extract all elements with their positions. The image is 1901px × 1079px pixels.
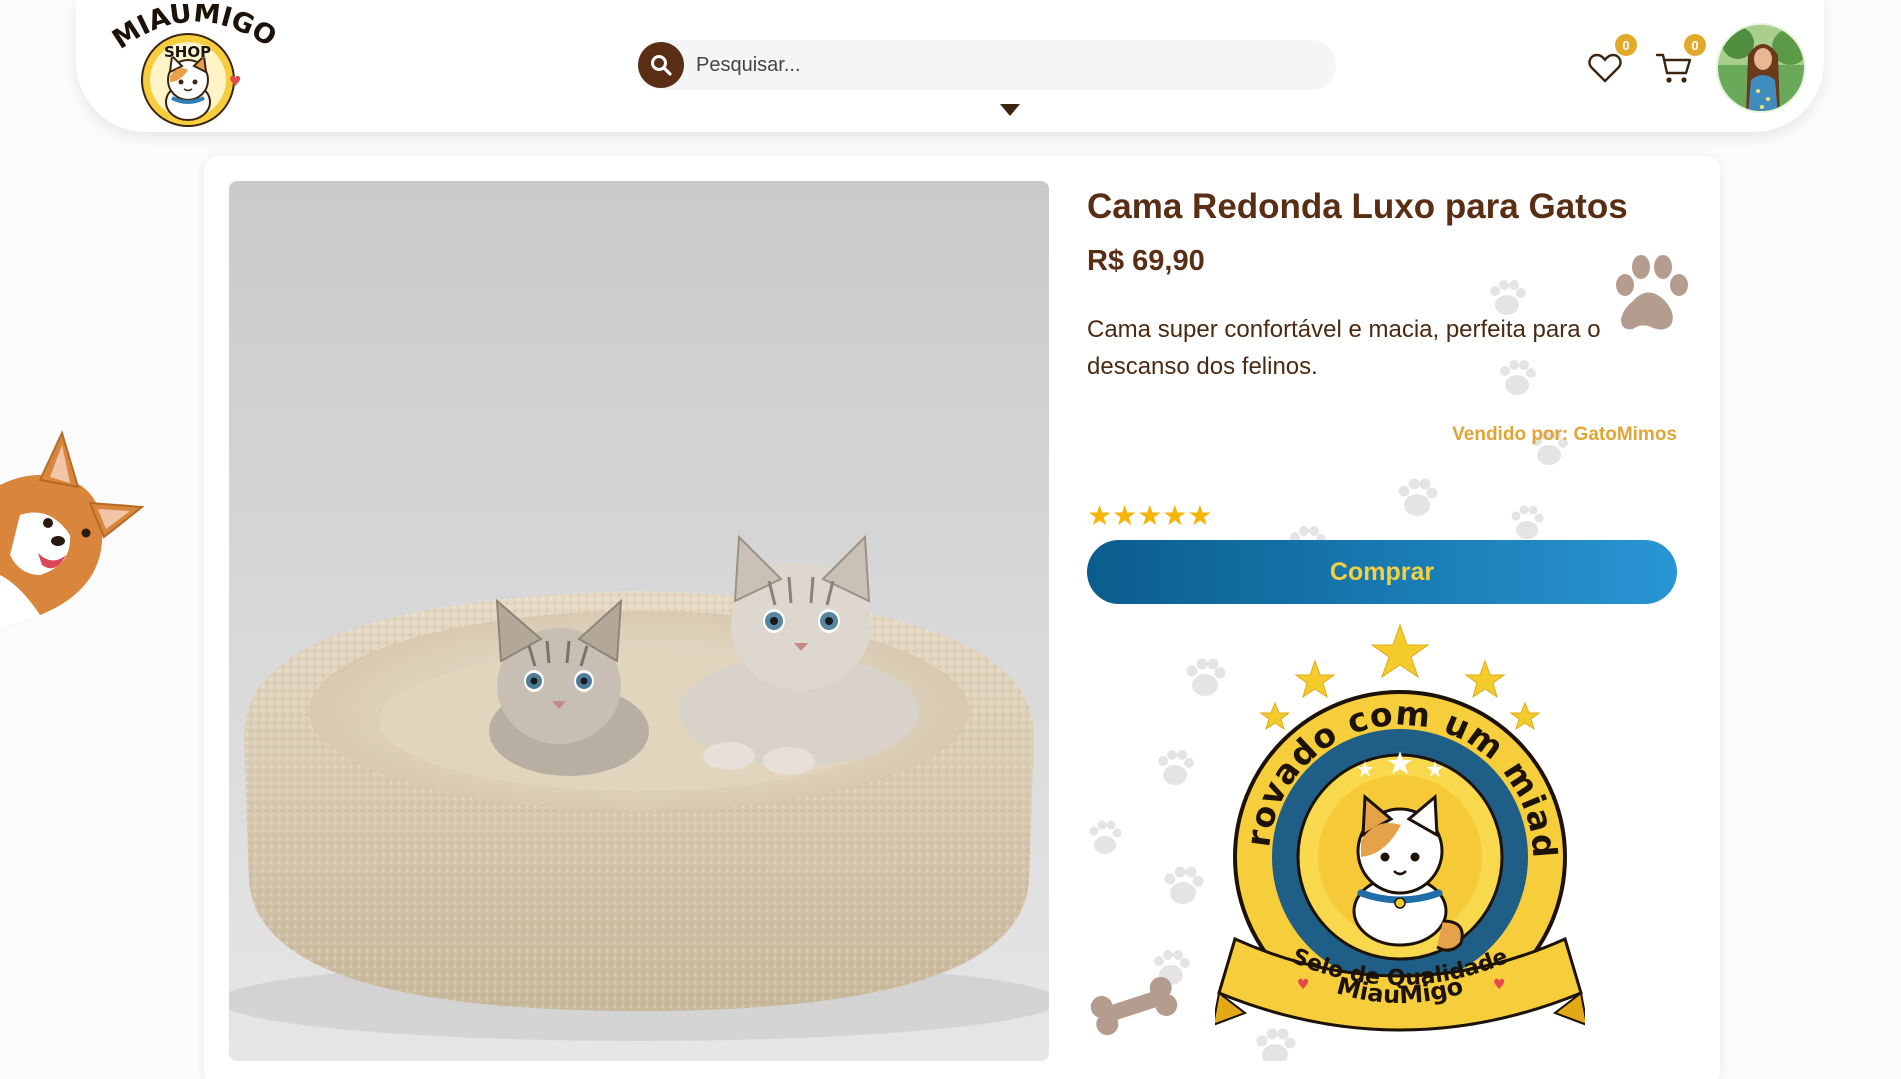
product-description: Cama super confortável e macia, perfeita… bbox=[1087, 316, 1601, 380]
rating-stars: ★★★★★ bbox=[1087, 500, 1213, 531]
buy-button[interactable]: Comprar bbox=[1087, 540, 1677, 604]
seller-label: Vendido por: bbox=[1452, 424, 1569, 445]
cart-button[interactable]: 0 bbox=[1654, 34, 1706, 88]
cart-count-badge: 0 bbox=[1684, 34, 1706, 56]
search-icon bbox=[651, 55, 672, 76]
miaumigo-shop-logo[interactable]: ♥ MIAUMIGO SHOP bbox=[106, 4, 276, 130]
avatar-image bbox=[1718, 25, 1804, 111]
svg-text:♥: ♥ bbox=[1493, 977, 1506, 993]
product-info: Cama Redonda Luxo para Gatos R$ 69,90 Ca… bbox=[1087, 181, 1688, 1061]
search-input[interactable] bbox=[696, 40, 1316, 90]
product-card: Cama Redonda Luxo para Gatos R$ 69,90 Ca… bbox=[204, 156, 1720, 1079]
cart-icon bbox=[1655, 53, 1692, 83]
seller-name-link[interactable]: GatoMimos bbox=[1574, 424, 1677, 445]
search-button[interactable] bbox=[638, 42, 684, 88]
heart-icon bbox=[1588, 53, 1622, 83]
svg-text:♥: ♥ bbox=[229, 74, 242, 90]
quality-seal-badge: Aprovado com um miado! Selo de Qualidade… bbox=[1215, 621, 1585, 1032]
corgi-decoration bbox=[0, 430, 145, 630]
bone-icon bbox=[1090, 976, 1178, 1036]
product-image[interactable] bbox=[229, 181, 1049, 1061]
user-avatar[interactable] bbox=[1716, 23, 1806, 113]
product-price: R$ 69,90 bbox=[1087, 245, 1205, 277]
seller-info: Vendido por: GatoMimos bbox=[1452, 424, 1677, 446]
cat-bed-kittens-photo bbox=[229, 181, 1049, 1061]
wishlist-button[interactable]: 0 bbox=[1585, 34, 1637, 88]
caret-down-icon[interactable] bbox=[1000, 104, 1020, 116]
paw-icon bbox=[1616, 255, 1688, 330]
top-header: ♥ MIAUMIGO SHOP 0 0 bbox=[76, 0, 1824, 132]
wishlist-count-badge: 0 bbox=[1615, 34, 1637, 56]
search-bar bbox=[638, 40, 1336, 90]
svg-text:♥: ♥ bbox=[1297, 977, 1310, 993]
logo-subtitle-text: SHOP bbox=[164, 43, 211, 61]
product-title: Cama Redonda Luxo para Gatos bbox=[1087, 187, 1628, 226]
